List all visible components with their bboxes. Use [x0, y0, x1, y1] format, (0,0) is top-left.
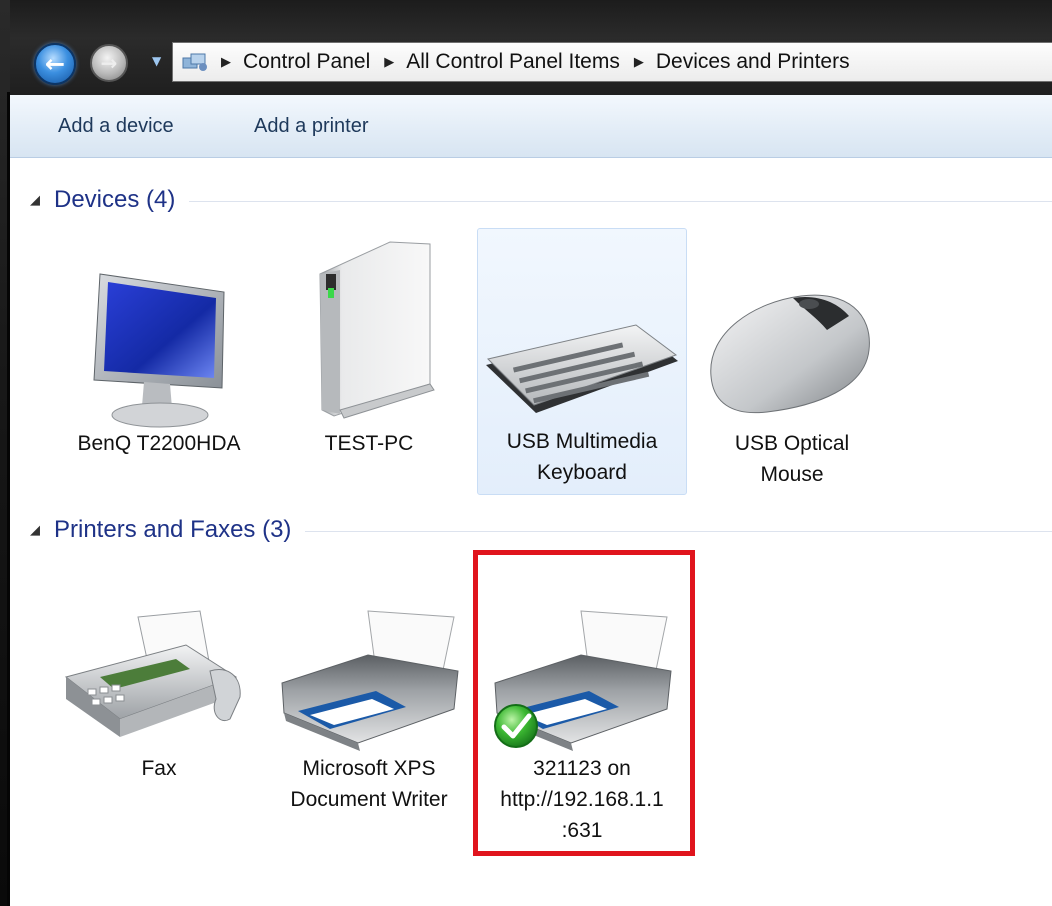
group-divider [305, 531, 1052, 532]
add-device-button[interactable]: Add a device [58, 115, 174, 138]
mouse-icon [710, 294, 870, 414]
breadcrumb[interactable]: ▶ Control Panel ▶ All Control Panel Item… [172, 42, 1052, 82]
forward-button[interactable]: → [90, 44, 128, 82]
device-tile-mouse[interactable]: USB Optical Mouse [687, 228, 897, 498]
arrow-right-icon: → [100, 51, 118, 75]
device-label: TEST-PC [324, 432, 414, 455]
printer-icon [281, 610, 459, 751]
devices-group-header[interactable]: ◢ Devices (4) [30, 185, 1052, 215]
computer-tower-icon [319, 241, 435, 419]
breadcrumb-all-control-panel-items[interactable]: All Control Panel Items [406, 50, 620, 74]
printer-tile-xps-writer[interactable]: Microsoft XPS Document Writer [264, 553, 474, 823]
device-label: BenQ T2200HDA [77, 432, 241, 455]
devices-group-title: Devices (4) [54, 186, 176, 213]
device-tile-monitor[interactable]: BenQ T2200HDA [54, 228, 264, 498]
devices-and-printers-window: ← → ▼ ▶ Control Panel ▶ All Control Pane… [0, 0, 1052, 906]
group-divider [189, 201, 1052, 202]
device-tile-computer[interactable]: TEST-PC [264, 228, 474, 498]
printer-tile-fax[interactable]: Fax [54, 553, 264, 823]
breadcrumb-separator-icon[interactable]: ▶ [634, 54, 644, 70]
breadcrumb-devices-and-printers[interactable]: Devices and Printers [656, 50, 850, 74]
breadcrumb-control-panel[interactable]: Control Panel [243, 50, 370, 74]
printer-label: Microsoft XPS Document Writer [290, 757, 448, 811]
recent-pages-dropdown[interactable]: ▼ [152, 54, 161, 68]
devices-content-pane: ◢ Devices (4) BenQ T2200HDA TEST-PC USB … [10, 158, 1052, 906]
collapse-triangle-icon[interactable]: ◢ [30, 192, 40, 208]
window-frame-left [0, 0, 10, 906]
device-label: USB Optical Mouse [734, 432, 850, 486]
printers-group-header[interactable]: ◢ Printers and Faxes (3) [30, 515, 1052, 545]
device-label: USB Multimedia Keyboard [506, 430, 658, 484]
breadcrumb-separator-icon[interactable]: ▶ [221, 54, 231, 70]
breadcrumb-separator-icon[interactable]: ▶ [384, 54, 394, 70]
collapse-triangle-icon[interactable]: ◢ [30, 522, 40, 538]
highlight-annotation [473, 550, 695, 856]
arrow-left-icon: ← [44, 50, 66, 78]
fax-icon [64, 610, 241, 737]
keyboard-icon [486, 324, 678, 413]
printers-group-title: Printers and Faxes (3) [54, 516, 292, 543]
device-tile-keyboard[interactable]: USB Multimedia Keyboard [477, 228, 687, 495]
command-bar: Add a device Add a printer [10, 95, 1052, 158]
control-panel-icon[interactable] [181, 50, 211, 74]
printer-label: Fax [141, 757, 177, 780]
chevron-down-icon: ▼ [152, 54, 162, 68]
monitor-icon [93, 273, 225, 428]
address-area: ← → ▼ ▶ Control Panel ▶ All Control Pane… [10, 0, 1052, 95]
add-printer-button[interactable]: Add a printer [254, 115, 369, 138]
back-button[interactable]: ← [34, 43, 76, 85]
